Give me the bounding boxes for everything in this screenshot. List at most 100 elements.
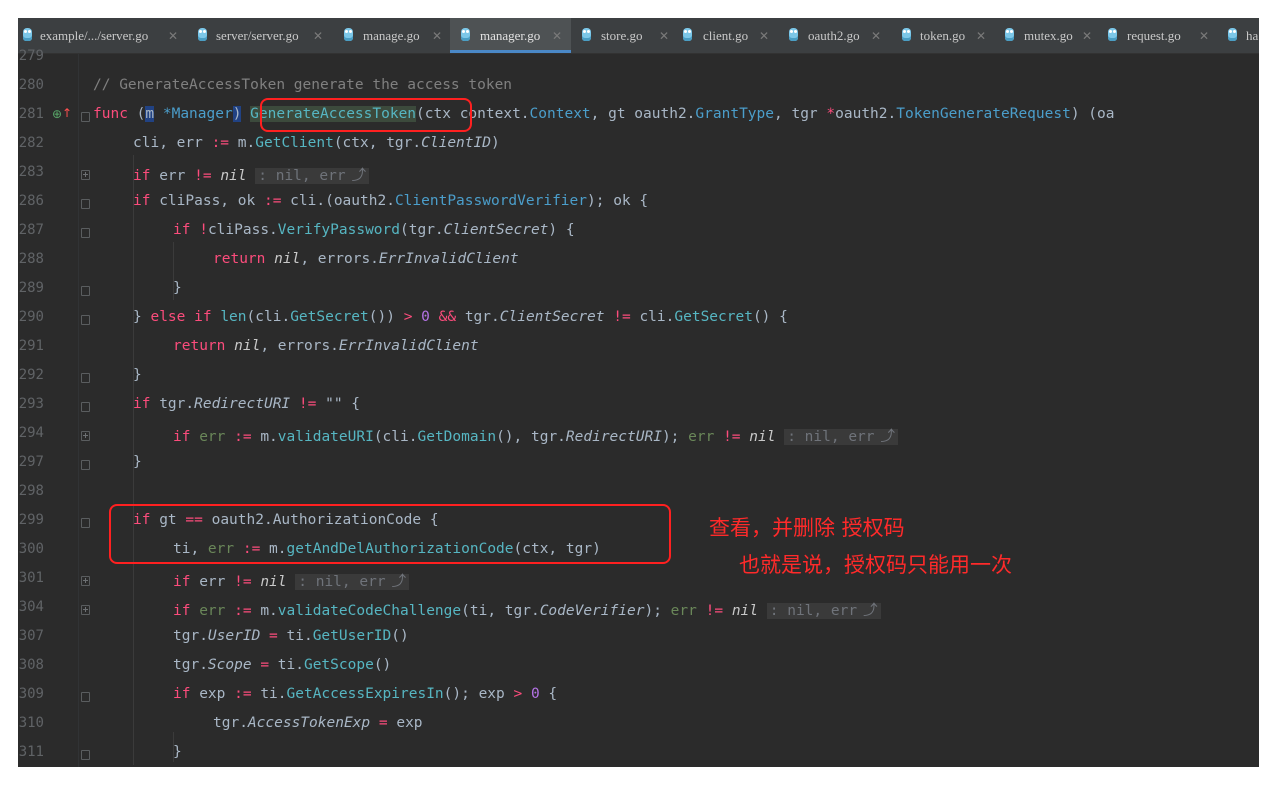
tab-request-go[interactable]: request.go ✕ <box>1100 18 1214 53</box>
code-line-291: return nil, errors.ErrInvalidClient <box>173 338 479 354</box>
line-number: 310 <box>18 715 44 731</box>
fold-marker-icon[interactable] <box>81 518 90 528</box>
line-number: 297 <box>18 454 44 470</box>
code-line-308: tgr.Scope = ti.GetScope() <box>173 657 392 673</box>
go-file-icon <box>198 28 207 41</box>
line-number: 287 <box>18 222 44 238</box>
line-number: 288 <box>18 251 44 267</box>
close-icon[interactable]: ✕ <box>432 18 442 53</box>
line-number: 283 <box>18 164 44 180</box>
inlay-hint: : nil, err <box>255 168 349 184</box>
close-icon[interactable]: ✕ <box>313 18 323 53</box>
fold-marker-icon[interactable] <box>81 228 90 238</box>
tab-manager-go[interactable]: manager.go ✕ <box>450 18 571 53</box>
code-line-286: if cliPass, ok := cli.(oauth2.ClientPass… <box>133 193 649 209</box>
code-line-310: tgr.AccessTokenExp = exp <box>213 715 423 731</box>
line-number: 301 <box>18 570 44 586</box>
line-number: 293 <box>18 396 44 412</box>
code-line-293: if tgr.RedirectURI != "" { <box>133 396 361 412</box>
tab-server-server-go[interactable]: server/server.go ✕ <box>185 18 331 53</box>
editor-tab-bar: example/.../server.go ✕ server/server.go… <box>18 18 1259 54</box>
code-line-307: tgr.UserID = ti.GetUserID() <box>173 628 409 644</box>
close-icon[interactable]: ✕ <box>1082 18 1092 53</box>
go-file-icon <box>582 28 591 41</box>
line-number: 292 <box>18 367 44 383</box>
fold-marker-icon[interactable] <box>81 460 90 470</box>
line-number: 309 <box>18 686 44 702</box>
go-file-icon <box>1005 28 1014 41</box>
code-line-292: } <box>133 367 142 383</box>
tab-token-go[interactable]: token.go ✕ <box>892 18 992 53</box>
line-number: 281 <box>18 106 44 122</box>
code-line-287: if !cliPass.VerifyPassword(tgr.ClientSec… <box>173 222 575 238</box>
go-file-icon <box>461 28 470 41</box>
close-icon[interactable]: ✕ <box>659 18 669 53</box>
line-number: 286 <box>18 193 44 209</box>
ide-window: example/.../server.go ✕ server/server.go… <box>18 18 1259 767</box>
tab-store-go[interactable]: store.go ✕ <box>575 18 674 53</box>
line-number: 308 <box>18 657 44 673</box>
fold-expand-icon[interactable] <box>81 431 90 441</box>
fold-marker-icon[interactable] <box>81 286 90 296</box>
line-number: 299 <box>18 512 44 528</box>
fold-expand-icon[interactable] <box>81 170 90 180</box>
code-editor[interactable]: 279 280 281 282 283 286 287 288 289 290 … <box>18 48 1259 767</box>
line-number: 291 <box>18 338 44 354</box>
inlay-hint: : nil, err <box>295 574 389 590</box>
line-number: 279 <box>18 48 44 64</box>
code-line-290: } else if len(cli.GetSecret()) > 0 && tg… <box>133 309 788 325</box>
go-file-icon <box>683 28 692 41</box>
line-number: 300 <box>18 541 44 557</box>
highlight-box-auth-code <box>109 504 671 564</box>
line-number: 280 <box>18 77 44 93</box>
close-icon[interactable]: ✕ <box>976 18 986 53</box>
close-icon[interactable]: ✕ <box>168 18 178 53</box>
go-file-icon <box>902 28 911 41</box>
code-line-297: } <box>133 454 142 470</box>
close-icon[interactable]: ✕ <box>1199 18 1209 53</box>
line-number: 311 <box>18 744 44 760</box>
collapsed-return-icon: ⤴ <box>877 429 899 445</box>
line-number: 294 <box>18 425 44 441</box>
code-line-294: if err := m.validateURI(cli.GetDomain(),… <box>173 425 899 446</box>
fold-marker-icon[interactable] <box>81 750 90 760</box>
go-file-icon <box>789 28 798 41</box>
tab-manage-go[interactable]: manage.go ✕ <box>336 18 446 53</box>
go-file-icon <box>344 28 353 41</box>
code-line-301: if err != nil : nil, err ⤴ <box>173 570 410 591</box>
fold-marker-icon[interactable] <box>81 373 90 383</box>
fold-marker-icon[interactable] <box>81 402 90 412</box>
tab-client-go[interactable]: client.go ✕ <box>678 18 778 53</box>
fold-marker-icon[interactable] <box>81 112 90 122</box>
fold-marker-icon[interactable] <box>81 315 90 325</box>
gutter-separator <box>78 54 79 767</box>
close-icon[interactable]: ✕ <box>759 18 769 53</box>
annotation-line2: 也就是说，授权码只能用一次 <box>739 553 1012 577</box>
line-number: 307 <box>18 628 44 644</box>
collapsed-return-icon: ⤴ <box>388 574 410 590</box>
code-line-289: } <box>173 280 182 296</box>
code-line-281: func (m *Manager) GenerateAccessToken(ct… <box>93 106 1115 122</box>
fold-marker-icon[interactable] <box>81 199 90 209</box>
code-line-280: // GenerateAccessToken generate the acce… <box>93 77 513 93</box>
close-icon[interactable]: ✕ <box>552 18 562 53</box>
close-icon[interactable]: ✕ <box>871 18 881 53</box>
code-line-283: if err != nil : nil, err ⤴ <box>133 164 370 185</box>
go-file-icon <box>23 28 32 41</box>
line-number: 298 <box>18 483 44 499</box>
line-number: 304 <box>18 599 44 615</box>
code-line-311: } <box>173 744 182 760</box>
arrow-up-icon[interactable]: ↑ <box>62 106 72 120</box>
code-line-304: if err := m.validateCodeChallenge(ti, tg… <box>173 599 881 620</box>
tab-mutex-go[interactable]: mutex.go ✕ <box>996 18 1096 53</box>
implements-marker-icon[interactable]: ⊕ <box>52 107 62 121</box>
fold-expand-icon[interactable] <box>81 605 90 615</box>
annotation-line1: 查看，并删除 授权码 <box>709 516 905 540</box>
fold-expand-icon[interactable] <box>81 576 90 586</box>
tab-ha[interactable]: ha <box>1218 18 1259 53</box>
line-number: 282 <box>18 135 44 151</box>
line-number: 290 <box>18 309 44 325</box>
code-line-282: cli, err := m.GetClient(ctx, tgr.ClientI… <box>133 135 500 151</box>
fold-marker-icon[interactable] <box>81 692 90 702</box>
tab-oauth2-go[interactable]: oauth2.go ✕ <box>782 18 888 53</box>
